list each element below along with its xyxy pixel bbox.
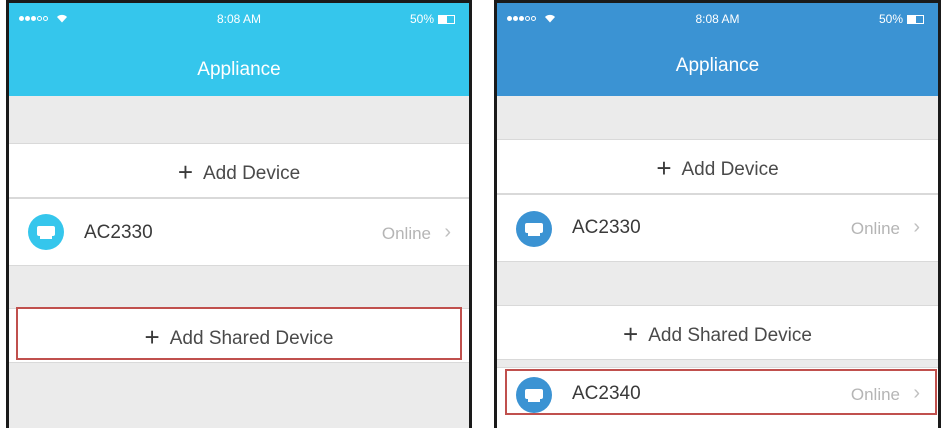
- chevron-right-icon: ›: [913, 216, 920, 238]
- air-conditioner-icon: [516, 211, 552, 247]
- add-device-label: Add Device: [203, 163, 301, 184]
- page-title: Appliance: [197, 59, 281, 80]
- device-name: AC2330: [572, 217, 641, 238]
- battery-icon: [438, 15, 455, 25]
- highlight-box: [505, 369, 937, 415]
- battery-indicator: 50%: [410, 12, 455, 26]
- device-name: AC2330: [84, 222, 153, 243]
- chevron-right-icon: ›: [444, 221, 451, 243]
- battery-percent: 50%: [409, 12, 434, 26]
- plus-icon: +: [623, 319, 639, 349]
- plus-icon: +: [656, 153, 672, 183]
- app-header: 8:08 AM 50% Appliance: [497, 3, 938, 96]
- status-time: 8:08 AM: [695, 12, 740, 26]
- page-title: Appliance: [675, 55, 760, 76]
- left-phone-screen: 8:08 AM 50% Appliance + Add Device AC2330…: [6, 0, 472, 428]
- add-shared-device-button[interactable]: + Add Shared Device: [497, 305, 938, 360]
- plus-icon: +: [177, 157, 193, 187]
- right-phone-screen: 8:08 AM 50% Appliance + Add Device AC2330…: [494, 0, 941, 428]
- highlight-box: [16, 307, 462, 360]
- app-header: 8:08 AM 50% Appliance: [9, 3, 469, 96]
- add-device-button[interactable]: + Add Device: [497, 139, 938, 194]
- add-device-button[interactable]: + Add Device: [9, 143, 469, 198]
- battery-indicator: 50%: [879, 12, 924, 26]
- add-device-label: Add Device: [681, 159, 779, 180]
- device-row[interactable]: AC2330 Online ›: [9, 198, 469, 266]
- battery-icon: [907, 15, 924, 25]
- air-conditioner-icon: [28, 214, 64, 250]
- add-shared-device-label: Add Shared Device: [648, 325, 812, 346]
- status-time: 8:08 AM: [216, 12, 262, 26]
- status-bar: 8:08 AM 50%: [497, 11, 938, 29]
- device-status: Online: [381, 224, 431, 243]
- status-bar: 8:08 AM 50%: [9, 11, 469, 29]
- device-status: Online: [850, 219, 900, 238]
- battery-percent: 50%: [878, 12, 903, 26]
- device-row[interactable]: AC2330 Online ›: [497, 194, 938, 262]
